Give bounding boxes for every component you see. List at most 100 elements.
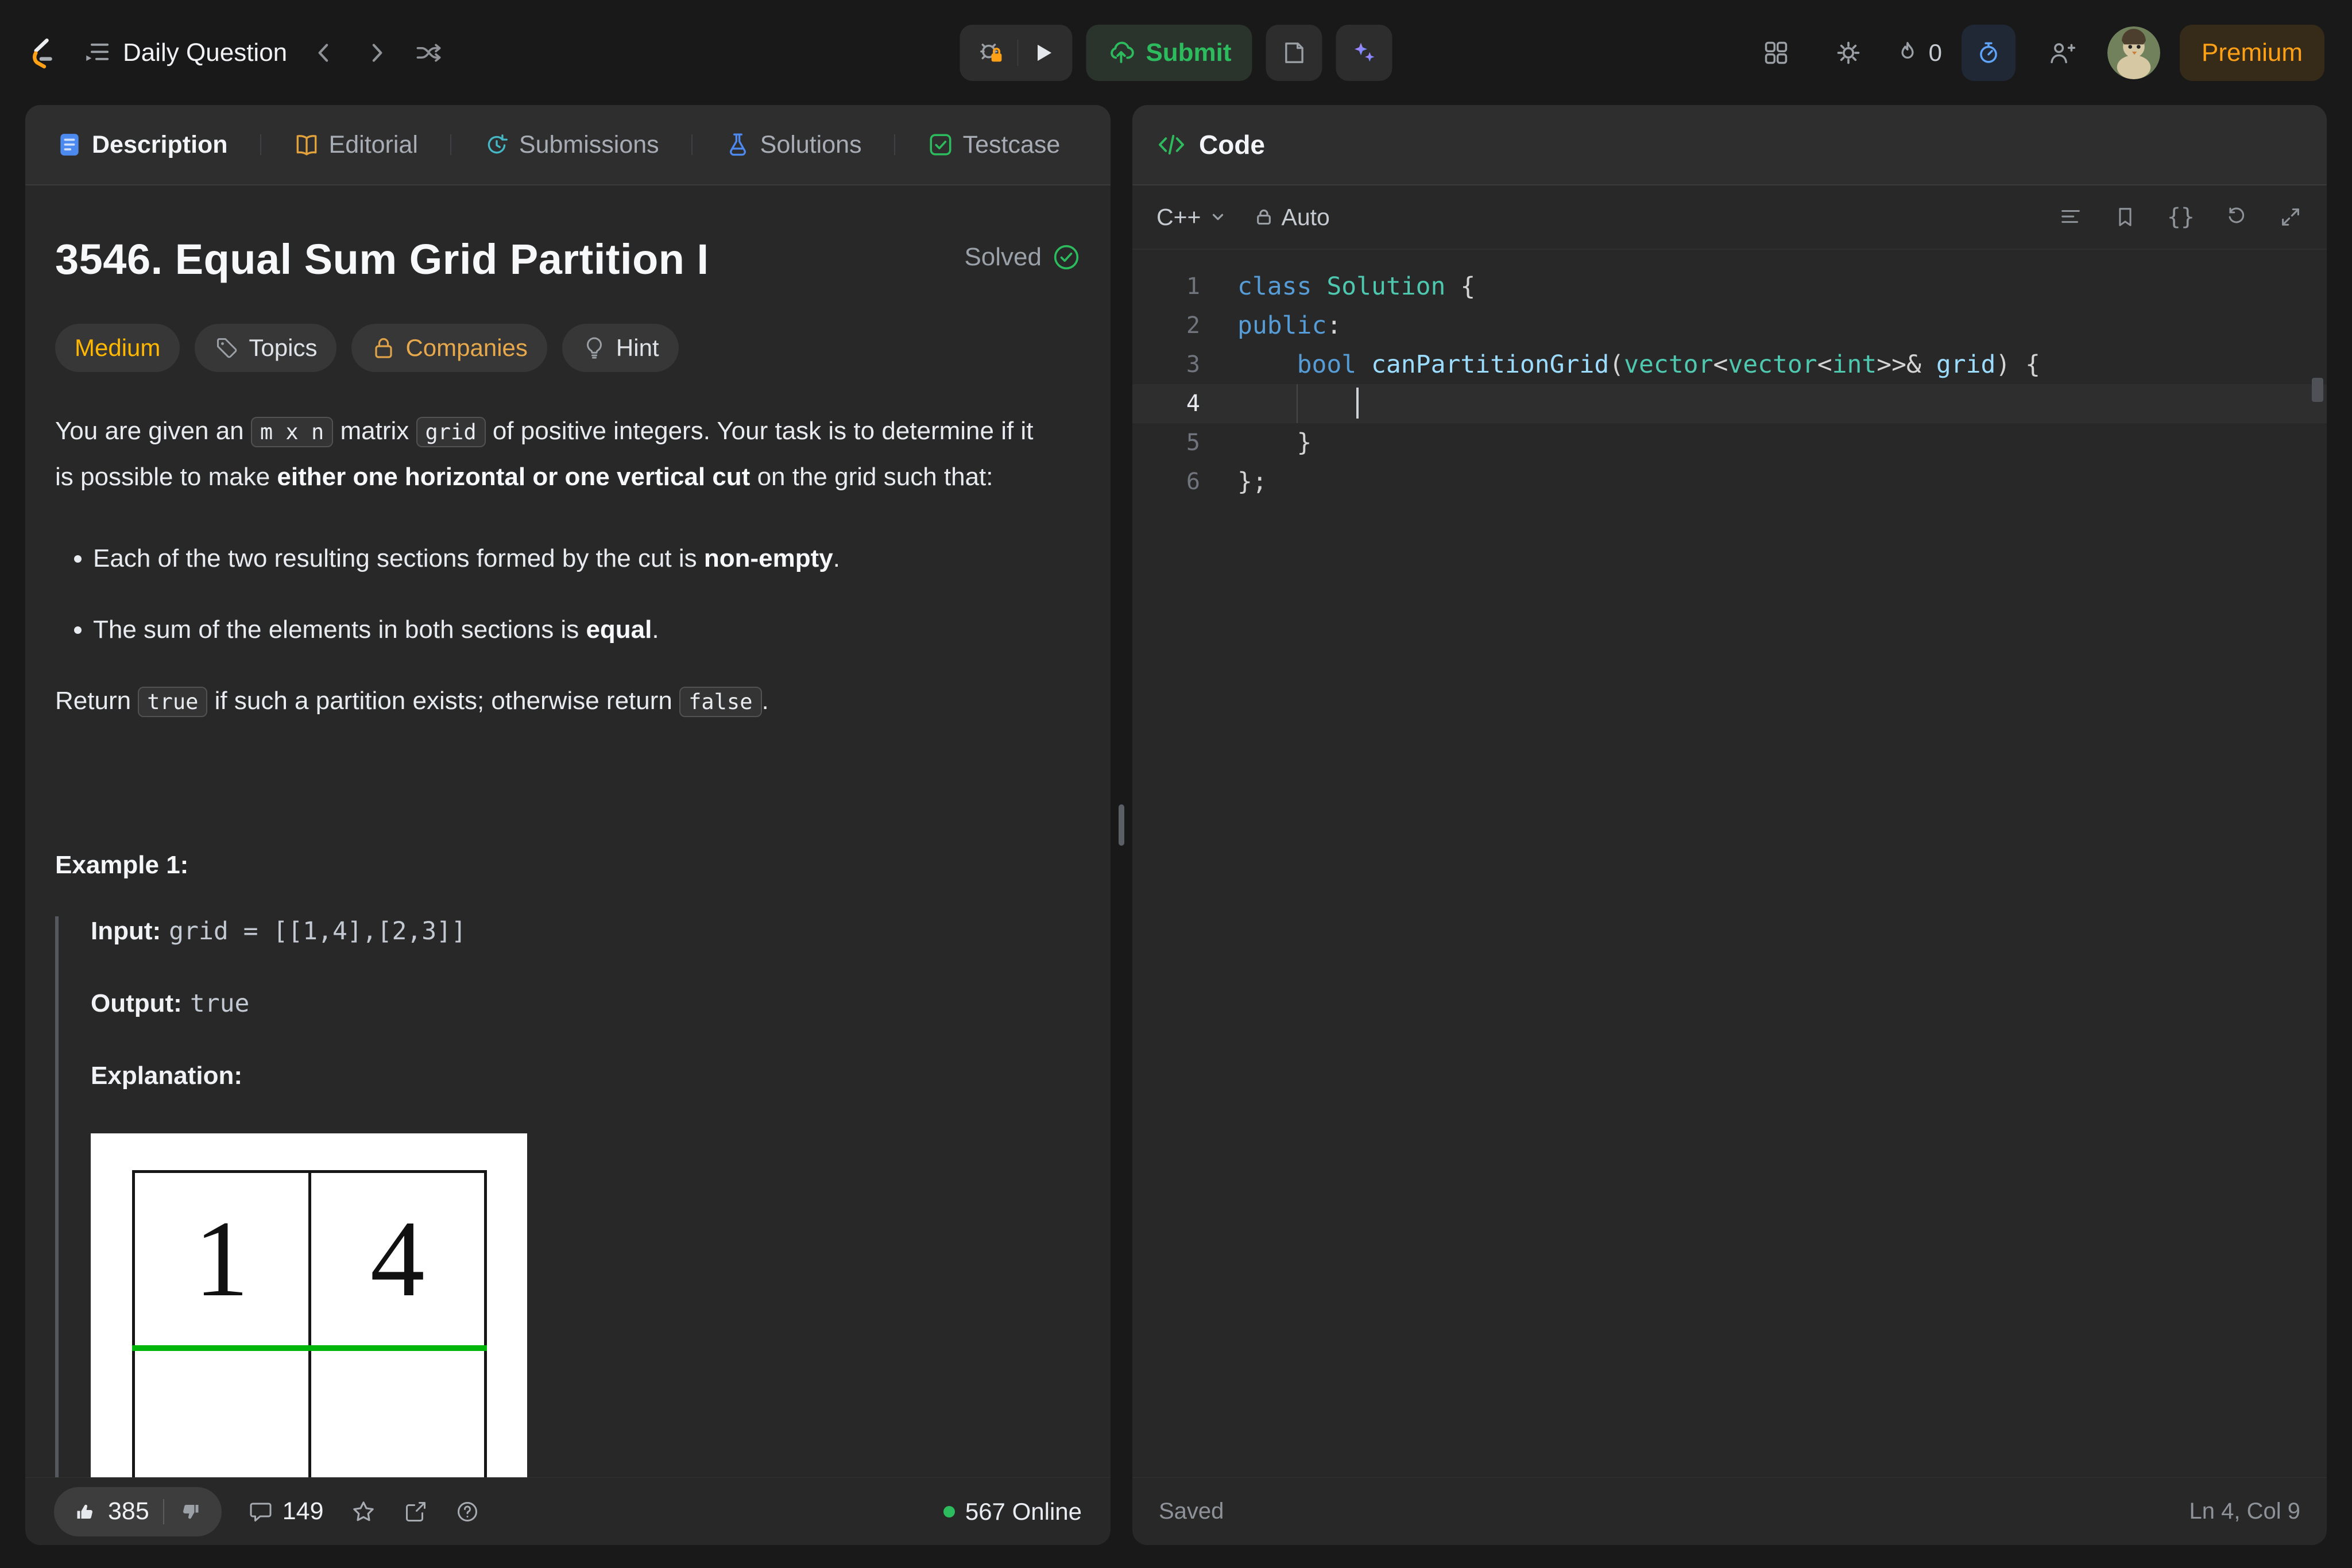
- code-line[interactable]: 2 public:: [1132, 306, 2327, 345]
- user-avatar[interactable]: [2107, 26, 2160, 79]
- person-plus-icon: [2051, 42, 2075, 63]
- bookmark-button[interactable]: [2113, 205, 2137, 229]
- code-line[interactable]: 1 class Solution {: [1132, 267, 2327, 306]
- text-segment: .: [652, 615, 659, 644]
- code-token: grid: [1936, 350, 1996, 379]
- line-number: 2: [1186, 312, 1200, 339]
- gear-icon: [1837, 41, 1859, 64]
- avatar-image: [2107, 26, 2160, 79]
- hint-badge[interactable]: Hint: [562, 324, 679, 372]
- cut-line: [132, 1345, 487, 1351]
- chevron-left-icon: [318, 43, 328, 62]
- difficulty-badge[interactable]: Medium: [55, 324, 180, 372]
- reset-button[interactable]: [2225, 205, 2249, 229]
- example-output: Output: true: [91, 989, 1081, 1019]
- companies-badge[interactable]: Companies: [351, 324, 547, 372]
- code-token: <: [1713, 350, 1728, 379]
- tab-description[interactable]: Description: [52, 131, 247, 159]
- chevron-right-icon: [372, 43, 382, 62]
- prev-question-button[interactable]: [299, 40, 350, 66]
- example-grid: 1 4: [132, 1170, 487, 1477]
- bold-text: non-empty: [703, 544, 833, 572]
- save-status: Saved: [1159, 1499, 1224, 1524]
- like-button[interactable]: 385: [59, 1487, 163, 1536]
- expand-icon: [2282, 208, 2299, 226]
- auto-mode[interactable]: Auto: [1254, 204, 1330, 231]
- dislike-button[interactable]: [164, 1487, 217, 1536]
- language-select[interactable]: C++: [1156, 204, 1227, 231]
- code-token: vector: [1624, 350, 1713, 379]
- streak-count: 0: [1928, 38, 1942, 66]
- timer-button[interactable]: [1961, 24, 2016, 81]
- notes-button[interactable]: [1266, 24, 1322, 81]
- code-line[interactable]: 4: [1132, 384, 2327, 423]
- submit-button[interactable]: Submit: [1086, 24, 1252, 81]
- submissions-history-icon: [488, 134, 508, 154]
- fullscreen-button[interactable]: [2278, 205, 2303, 229]
- tab-divider: [691, 134, 693, 155]
- panel-resize-handle[interactable]: [1119, 804, 1124, 846]
- daily-question-button[interactable]: Daily Question: [71, 38, 299, 67]
- list-item: Each of the two resulting sections forme…: [93, 536, 1037, 581]
- editor-scrollbar[interactable]: [2312, 378, 2323, 402]
- comments-button[interactable]: 149: [248, 1497, 324, 1526]
- streak-button[interactable]: 0: [1894, 39, 1942, 67]
- code-lines: 1 class Solution { 2 public: 3 bool canParti…: [1132, 267, 2327, 501]
- run-button[interactable]: [1018, 25, 1067, 81]
- badge-row: Medium Topics Companies Hint: [55, 324, 1081, 372]
- code-line[interactable]: 3 bool canPartitionGrid(vector<vector<in…: [1132, 345, 2327, 384]
- chevron-down-icon: [1212, 214, 1223, 220]
- text-segment: matrix: [333, 417, 416, 445]
- sparkles-icon: [1355, 42, 1375, 61]
- play-icon: [1038, 44, 1052, 61]
- settings-button[interactable]: [1822, 39, 1875, 67]
- tab-editorial[interactable]: Editorial: [274, 131, 438, 159]
- tab-submissions[interactable]: Submissions: [464, 131, 679, 159]
- help-button[interactable]: [455, 1499, 480, 1524]
- invite-button[interactable]: [2035, 39, 2088, 67]
- input-value: grid = [[1,4],[2,3]]: [169, 917, 466, 946]
- inline-code: false: [679, 687, 762, 717]
- code-line[interactable]: 5 }: [1132, 423, 2327, 462]
- tab-divider: [893, 134, 895, 155]
- favorite-button[interactable]: [350, 1499, 377, 1525]
- grid-cell: [135, 1351, 311, 1477]
- code-token: {: [1445, 272, 1476, 301]
- nav-right: 0 Premium: [1750, 24, 2324, 81]
- topics-badge[interactable]: Topics: [195, 324, 337, 372]
- code-line[interactable]: 6};: [1132, 462, 2327, 501]
- layout-button[interactable]: [1750, 39, 1802, 67]
- code-editor[interactable]: 1 class Solution { 2 public: 3 bool canParti…: [1132, 250, 2327, 1477]
- grid-row-1: 1 4: [135, 1173, 484, 1345]
- premium-button[interactable]: Premium: [2179, 24, 2324, 81]
- editor-toolbar: C++ Auto {}: [1132, 185, 2327, 250]
- external-link-icon: [405, 1501, 425, 1521]
- debug-button[interactable]: [964, 25, 1017, 81]
- premium-label: Premium: [2201, 38, 2303, 67]
- leetcode-logo[interactable]: [28, 37, 54, 69]
- random-question-button[interactable]: [402, 39, 455, 67]
- share-button[interactable]: [403, 1499, 428, 1524]
- tab-solutions[interactable]: Solutions: [705, 131, 881, 159]
- shuffle-icon: [416, 44, 441, 61]
- code-text: class Solution {: [1237, 267, 1475, 306]
- main-area: Description Editorial Submissions Soluti…: [25, 105, 2327, 1545]
- ai-assistant-button[interactable]: [1336, 24, 1392, 81]
- tab-testcase[interactable]: Testcase: [908, 131, 1080, 159]
- code-token: bool: [1297, 350, 1357, 379]
- format-button[interactable]: [2059, 205, 2083, 229]
- next-question-button[interactable]: [350, 40, 402, 66]
- problem-list-icon: [86, 43, 109, 61]
- bold-text: equal: [586, 615, 652, 644]
- code-token: ) {: [1995, 350, 2041, 379]
- bold-text: either one horizontal or one vertical cu…: [277, 463, 751, 491]
- hint-label: Hint: [616, 334, 659, 361]
- braces-button[interactable]: {}: [2167, 204, 2195, 230]
- indent-guide: [1297, 384, 1298, 423]
- code-token: };: [1237, 467, 1267, 496]
- testcase-check-icon: [930, 134, 951, 156]
- problem-content[interactable]: 3546. Equal Sum Grid Partition I Solved …: [25, 185, 1111, 1477]
- code-token: >>&: [1877, 350, 1936, 379]
- code-text: public:: [1237, 306, 1341, 345]
